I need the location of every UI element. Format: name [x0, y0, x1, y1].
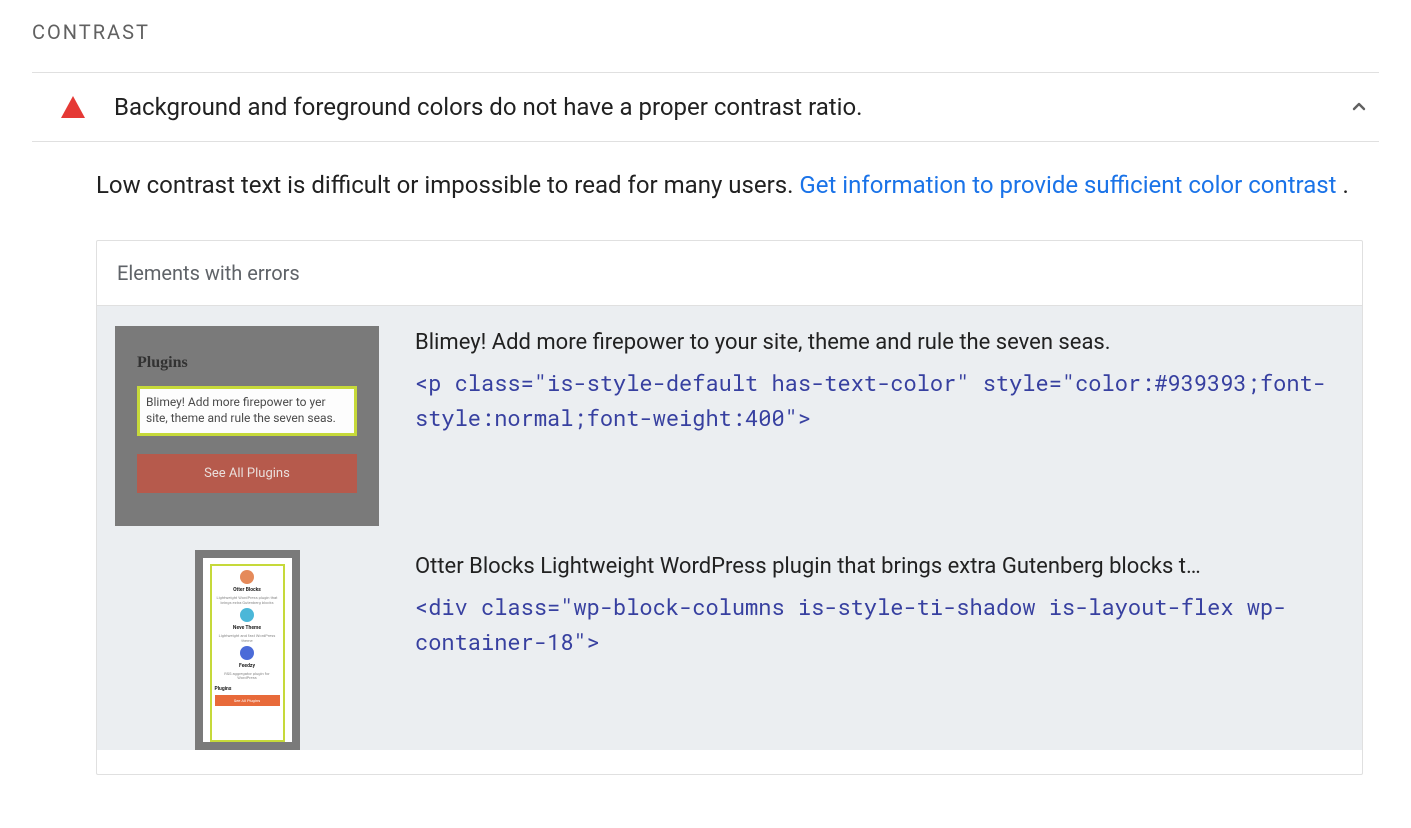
snippet-code: <p class="is-style-default has-text-colo… [415, 366, 1334, 434]
description-prefix: Low contrast text is difficult or imposs… [96, 171, 799, 199]
thumbnail-mobile-column: Otter Blocks Lightweight WordPress plugi… [195, 550, 300, 750]
error-detail: Blimey! Add more firepower to your site,… [415, 326, 1344, 434]
thumb-heading: Plugins [137, 354, 357, 372]
warning-triangle-icon [60, 95, 86, 119]
error-detail: Otter Blocks Lightweight WordPress plugi… [415, 550, 1344, 658]
thumb-highlight-strip: Otter Blocks Lightweight WordPress plugi… [210, 564, 285, 742]
audit-title: Background and foreground colors do not … [114, 93, 1347, 121]
thumb-dot-icon [240, 608, 254, 622]
error-row: Plugins Blimey! Add more firepower to ye… [115, 326, 1344, 526]
chevron-up-icon [1347, 95, 1371, 119]
thumb-dot-icon [240, 570, 254, 584]
error-row: Otter Blocks Lightweight WordPress plugi… [115, 550, 1344, 750]
thumb-block-sub: Lightweight WordPress plugin that brings… [215, 596, 280, 605]
thumb-footer-heading: Plugins [215, 686, 232, 692]
thumb-block-sub: RSS aggregator plugin for WordPress [215, 672, 280, 681]
thumb-dot-icon [240, 646, 254, 660]
thumb-block-sub: Lightweight and fast WordPress theme [215, 634, 280, 643]
description-suffix: . [1337, 171, 1349, 199]
audit-row: Background and foreground colors do not … [32, 72, 1379, 142]
audit-header[interactable]: Background and foreground colors do not … [32, 73, 1379, 141]
snippet-text: Blimey! Add more firepower to your site,… [415, 326, 1334, 360]
thumb-button: See All Plugins [137, 454, 357, 493]
element-thumbnail: Plugins Blimey! Add more firepower to ye… [115, 326, 379, 526]
audit-content: Low contrast text is difficult or imposs… [32, 142, 1379, 775]
snippet-text: Otter Blocks Lightweight WordPress plugi… [415, 550, 1334, 584]
section-heading: CONTRAST [32, 20, 1379, 44]
errors-panel: Elements with errors Plugins Blimey! Add… [96, 240, 1363, 775]
learn-more-link[interactable]: Get information to provide sufficient co… [799, 171, 1336, 199]
thumb-block-title: Neve Theme [233, 625, 261, 631]
panel-heading: Elements with errors [97, 241, 1362, 306]
thumb-block-title: Otter Blocks [233, 587, 261, 593]
audit-description: Low contrast text is difficult or imposs… [96, 166, 1363, 204]
element-thumbnail: Otter Blocks Lightweight WordPress plugi… [115, 550, 379, 750]
thumbnail-plugins-card: Plugins Blimey! Add more firepower to ye… [115, 326, 379, 526]
thumb-footer-button: See All Plugins [215, 695, 280, 706]
snippet-code: <div class="wp-block-columns is-style-ti… [415, 590, 1334, 658]
panel-body: Plugins Blimey! Add more firepower to ye… [97, 306, 1362, 750]
thumb-block-title: Feedzy [239, 663, 255, 669]
thumb-highlight-box: Blimey! Add more firepower to yer site, … [137, 386, 357, 435]
